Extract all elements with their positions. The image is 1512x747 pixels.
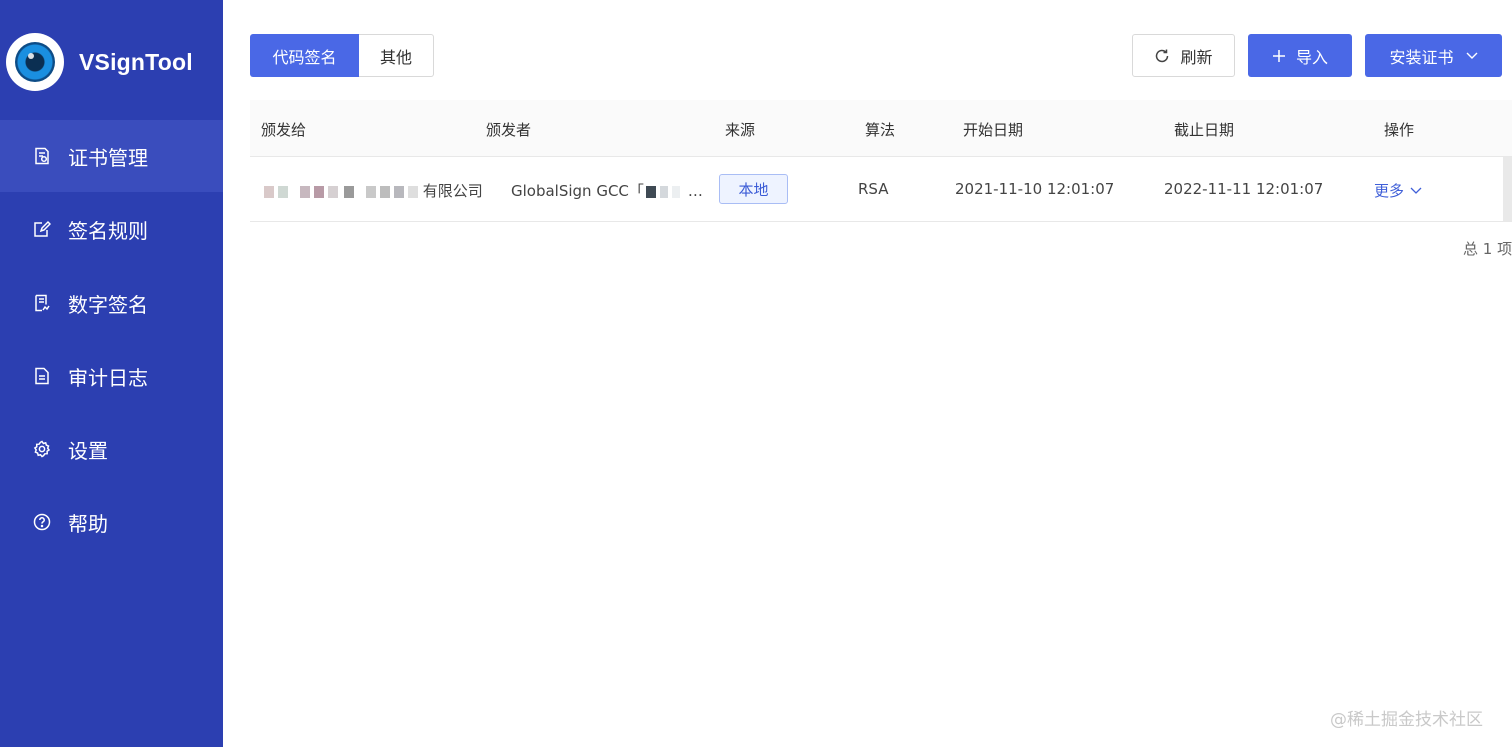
sidebar-item-digital-signature[interactable]: 数字签名 [0,267,223,339]
install-certificate-button[interactable]: 安装证书 [1365,34,1502,77]
document-icon [33,367,51,385]
tab-code-signing[interactable]: 代码签名 [250,34,359,77]
redacted-text [264,182,423,200]
help-icon [33,513,51,531]
table-header: 颁发给 颁发者 来源 算法 开始日期 截止日期 操作 [250,100,1512,157]
edit-icon [33,220,51,238]
column-header-issuer[interactable]: 颁发者 [486,119,531,140]
refresh-icon [1154,48,1170,64]
app-window: VSignTool 证书管理 签名规则 数字签名 审计日志 设置 帮助 代码签名… [0,0,1512,747]
more-actions-dropdown[interactable]: 更多 [1374,180,1422,201]
brand-name: VSignTool [79,49,193,75]
import-button[interactable]: 导入 [1248,34,1352,77]
cell-start-date: 2021-11-10 12:01:07 [955,180,1115,198]
brand: VSignTool [0,0,223,120]
sidebar: VSignTool 证书管理 签名规则 数字签名 审计日志 设置 帮助 [0,0,223,747]
cert-type-tabs: 代码签名 其他 [250,34,434,77]
sidebar-item-help[interactable]: 帮助 [0,486,223,558]
watermark: @稀土掘金技术社区 [1330,710,1483,730]
table-row[interactable]: 有限公司 GlobalSign GCC「… RSA 2021-11-10 12:… [250,157,1512,222]
issued-to-suffix: 有限公司 [422,182,483,200]
plus-icon [1272,49,1286,63]
column-header-algorithm[interactable]: 算法 [865,119,895,140]
sidebar-item-label: 设置 [68,438,108,463]
tab-other[interactable]: 其他 [359,34,434,77]
chevron-down-icon [1466,52,1478,60]
refresh-button[interactable]: 刷新 [1132,34,1235,77]
sidebar-item-label: 证书管理 [68,145,148,170]
more-label: 更多 [1374,182,1405,200]
horizontal-scrollbar[interactable] [1503,157,1512,221]
certificate-icon [33,147,51,165]
sidebar-item-sign-rules[interactable]: 签名规则 [0,193,223,265]
pagination-total: 总 1 项 [1463,240,1512,258]
cell-algorithm: RSA [858,180,889,198]
sidebar-item-certificates[interactable]: 证书管理 [0,120,223,192]
source-tag-local: 本地 [719,174,788,204]
cell-end-date: 2022-11-11 12:01:07 [1164,180,1324,198]
sidebar-item-label: 数字签名 [68,292,148,317]
sidebar-item-settings[interactable]: 设置 [0,413,223,485]
redacted-text [644,182,688,200]
chevron-down-icon [1410,187,1422,195]
cell-issuer: GlobalSign GCC「… [511,182,703,200]
sidebar-item-audit-log[interactable]: 审计日志 [0,340,223,412]
refresh-label: 刷新 [1180,47,1213,67]
column-header-source[interactable]: 来源 [725,119,755,140]
signature-icon [33,294,51,312]
gear-icon [33,440,51,458]
column-header-issued-to[interactable]: 颁发给 [261,119,306,140]
column-header-end-date[interactable]: 截止日期 [1174,119,1234,140]
sidebar-item-label: 签名规则 [68,218,148,243]
column-header-actions: 操作 [1384,121,1415,139]
import-label: 导入 [1295,47,1328,67]
sidebar-item-label: 审计日志 [68,365,148,390]
cell-issued-to: 有限公司 [264,180,483,201]
eye-logo-icon [6,33,64,91]
install-label: 安装证书 [1389,47,1454,67]
column-header-start-date[interactable]: 开始日期 [963,119,1023,140]
sidebar-item-label: 帮助 [68,511,108,536]
